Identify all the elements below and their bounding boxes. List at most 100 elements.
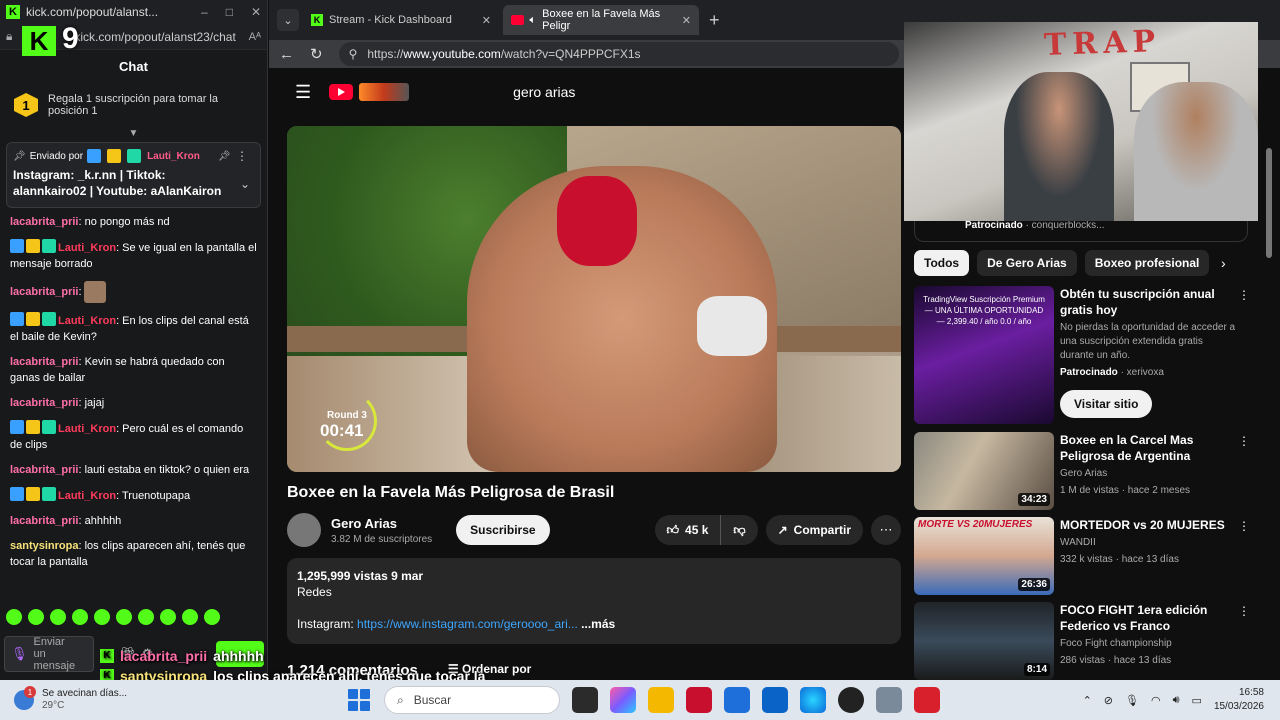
pinned-author[interactable]: Lauti_Kron <box>147 151 200 162</box>
network-off-icon[interactable]: ⊘ <box>1104 694 1113 707</box>
chip-todos[interactable]: Todos <box>914 250 970 276</box>
battery-icon[interactable]: ▭ <box>1192 694 1202 707</box>
filter-icon[interactable]: ▼ <box>0 128 267 140</box>
dislike-button[interactable]: 👎︎ <box>721 523 757 538</box>
copilot-icon[interactable] <box>610 687 636 713</box>
recommendation-title[interactable]: MORTEDOR vs 20 MUJERES <box>1060 517 1238 533</box>
app-icon[interactable] <box>914 687 940 713</box>
wifi-icon[interactable]: ◠ <box>1151 694 1161 707</box>
recommendation-item[interactable]: 8:14 FOCO FIGHT 1era edición Federico vs… <box>914 602 1254 680</box>
emote-icon[interactable] <box>204 609 220 625</box>
refresh-icon[interactable]: ↻ <box>310 45 323 63</box>
recommendation-channel[interactable]: Foco Fight championship <box>1060 637 1238 651</box>
pinned-message[interactable]: 📌︎ Enviado por Lauti_Kron 📌︎ Instagram: … <box>6 142 261 208</box>
visit-site-button[interactable]: Visitar sitio <box>1060 390 1153 418</box>
chat-username[interactable]: lacabrita_prii <box>10 515 78 527</box>
more-options-icon[interactable]: ⋮ <box>1238 434 1250 448</box>
unpin-icon[interactable]: 📌︎ <box>218 151 231 162</box>
more-options-icon[interactable]: ⋮ <box>1238 288 1250 302</box>
address-bar[interactable]: ⚲ https://www.youtube.com/watch?v=QN4PPP… <box>338 42 899 66</box>
emote-icon[interactable] <box>94 609 110 625</box>
chat-username[interactable]: Lauti_Kron <box>58 315 116 327</box>
page-scrollbar[interactable] <box>1264 148 1274 668</box>
tab-kick-dashboard[interactable]: K Stream - Kick Dashboard ✕ <box>303 5 499 35</box>
subscription-goal[interactable]: 1 Regala 1 suscripción para tomar la pos… <box>0 82 267 128</box>
microphone-icon[interactable]: 🎙︎ <box>1125 694 1139 707</box>
recommendation-thumbnail[interactable]: 8:14 <box>914 602 1054 680</box>
more-options-icon[interactable]: ⋮ <box>1238 519 1250 533</box>
tab-actions-icon[interactable]: ⌄ <box>277 9 299 31</box>
emote-icon[interactable] <box>6 609 22 625</box>
obs-icon[interactable] <box>838 687 864 713</box>
recommendation-title[interactable]: FOCO FIGHT 1era edición Federico vs Fran… <box>1060 602 1238 634</box>
chevron-up-icon[interactable]: ⌃ <box>1083 694 1092 707</box>
recommendation-title[interactable]: Boxee en la Carcel Mas Peligrosa de Arge… <box>1060 432 1238 464</box>
show-more-link[interactable]: ...más <box>581 617 615 631</box>
emote-icon[interactable] <box>138 609 154 625</box>
chat-input[interactable]: 🎙︎ Enviar un mensaje <box>4 636 94 672</box>
volume-icon[interactable]: 🔊︎ <box>1173 694 1180 707</box>
channel-name[interactable]: Gero Arias <box>331 516 432 531</box>
address-url[interactable]: https://www.youtube.com/watch?v=QN4PPPCF… <box>367 47 640 61</box>
tab-youtube[interactable]: 🔈︎ Boxee en la Favela Más Peligr ✕ <box>503 5 699 35</box>
chat-username[interactable]: lacabrita_prii <box>10 397 78 409</box>
emote-icon[interactable] <box>182 609 198 625</box>
security-app-icon[interactable] <box>686 687 712 713</box>
close-tab-icon[interactable]: ✕ <box>482 14 491 27</box>
weather-widget[interactable]: Se avecinan días... 29°C <box>0 686 150 712</box>
outlook-icon[interactable] <box>762 687 788 713</box>
recommendation-ad[interactable]: TradingView Suscripción Premium — UNA ÚL… <box>914 286 1254 424</box>
maximize-icon[interactable]: □ <box>226 5 233 19</box>
taskbar-search[interactable]: ⌕ Buscar <box>384 686 560 714</box>
chat-username[interactable]: Lauti_Kron <box>58 242 116 254</box>
more-options-icon[interactable]: ⋮ <box>236 149 248 163</box>
youtube-logo[interactable] <box>329 84 354 100</box>
scrollbar-thumb[interactable] <box>1266 148 1272 258</box>
instagram-link[interactable]: https://www.instagram.com/geroooo_ari... <box>357 617 578 631</box>
back-icon[interactable]: ← <box>279 46 294 63</box>
search-input[interactable]: gero arias <box>513 84 575 100</box>
recommendation-channel[interactable]: WANDII <box>1060 536 1238 550</box>
microphone-icon[interactable]: 🎙︎ <box>11 647 28 660</box>
edge-icon[interactable] <box>800 687 826 713</box>
close-icon[interactable]: ✕ <box>251 5 261 19</box>
chevron-right-icon[interactable]: › <box>1221 255 1226 271</box>
chat-username[interactable]: Lauti_Kron <box>58 423 116 435</box>
speaker-icon[interactable]: 🔈︎ <box>530 14 537 27</box>
reader-mode-icon[interactable]: Aᴬ <box>249 31 261 43</box>
minimize-icon[interactable]: – <box>201 5 208 19</box>
recommendation-item[interactable]: 34:23 Boxee en la Carcel Mas Peligrosa d… <box>914 432 1254 510</box>
close-tab-icon[interactable]: ✕ <box>682 14 691 27</box>
recommendation-channel[interactable]: Gero Arias <box>1060 467 1238 481</box>
windows-start-icon[interactable] <box>348 689 370 711</box>
description-box[interactable]: 1,295,999 vistas 9 mar Redes Instagram: … <box>287 558 901 644</box>
chat-username[interactable]: Lauti_Kron <box>58 490 116 502</box>
store-icon[interactable] <box>724 687 750 713</box>
like-button[interactable]: 👍︎ 45 k <box>655 515 722 545</box>
recommendation-title[interactable]: Obtén tu suscripción anual gratis hoy <box>1060 286 1238 318</box>
channel-avatar[interactable] <box>287 513 321 547</box>
chat-username[interactable]: lacabrita_prii <box>10 286 78 298</box>
chat-username[interactable]: santysinropa <box>10 540 78 552</box>
task-view-icon[interactable] <box>572 687 598 713</box>
recommendation-thumbnail[interactable]: MORTE VS 20MUJERES 26:36 <box>914 517 1054 595</box>
clock[interactable]: 16:58 15/03/2026 <box>1214 686 1264 714</box>
chat-username[interactable]: lacabrita_prii <box>10 464 78 476</box>
emote-icon[interactable] <box>72 609 88 625</box>
file-explorer-icon[interactable] <box>648 687 674 713</box>
site-info-icon[interactable]: ⚲ <box>349 47 358 61</box>
recommendation-item[interactable]: MORTE VS 20MUJERES 26:36 MORTEDOR vs 20 … <box>914 517 1254 595</box>
more-actions-button[interactable]: ⋯ <box>871 515 901 545</box>
emote-icon[interactable] <box>160 609 176 625</box>
recommendation-thumbnail[interactable]: 34:23 <box>914 432 1054 510</box>
chat-username[interactable]: lacabrita_prii <box>10 216 78 228</box>
video-player[interactable]: Round 3 00:41 <box>287 126 901 472</box>
subscribe-button[interactable]: Suscribirse <box>456 515 550 545</box>
new-tab-icon[interactable]: + <box>709 10 720 31</box>
chip-de-gero-arias[interactable]: De Gero Arias <box>977 250 1077 276</box>
more-options-icon[interactable]: ⋮ <box>1238 604 1250 618</box>
hamburger-menu-icon[interactable]: ☰ <box>295 82 311 103</box>
emote-icon[interactable] <box>50 609 66 625</box>
emote-icon[interactable] <box>28 609 44 625</box>
share-button[interactable]: ↗ Compartir <box>765 515 863 545</box>
